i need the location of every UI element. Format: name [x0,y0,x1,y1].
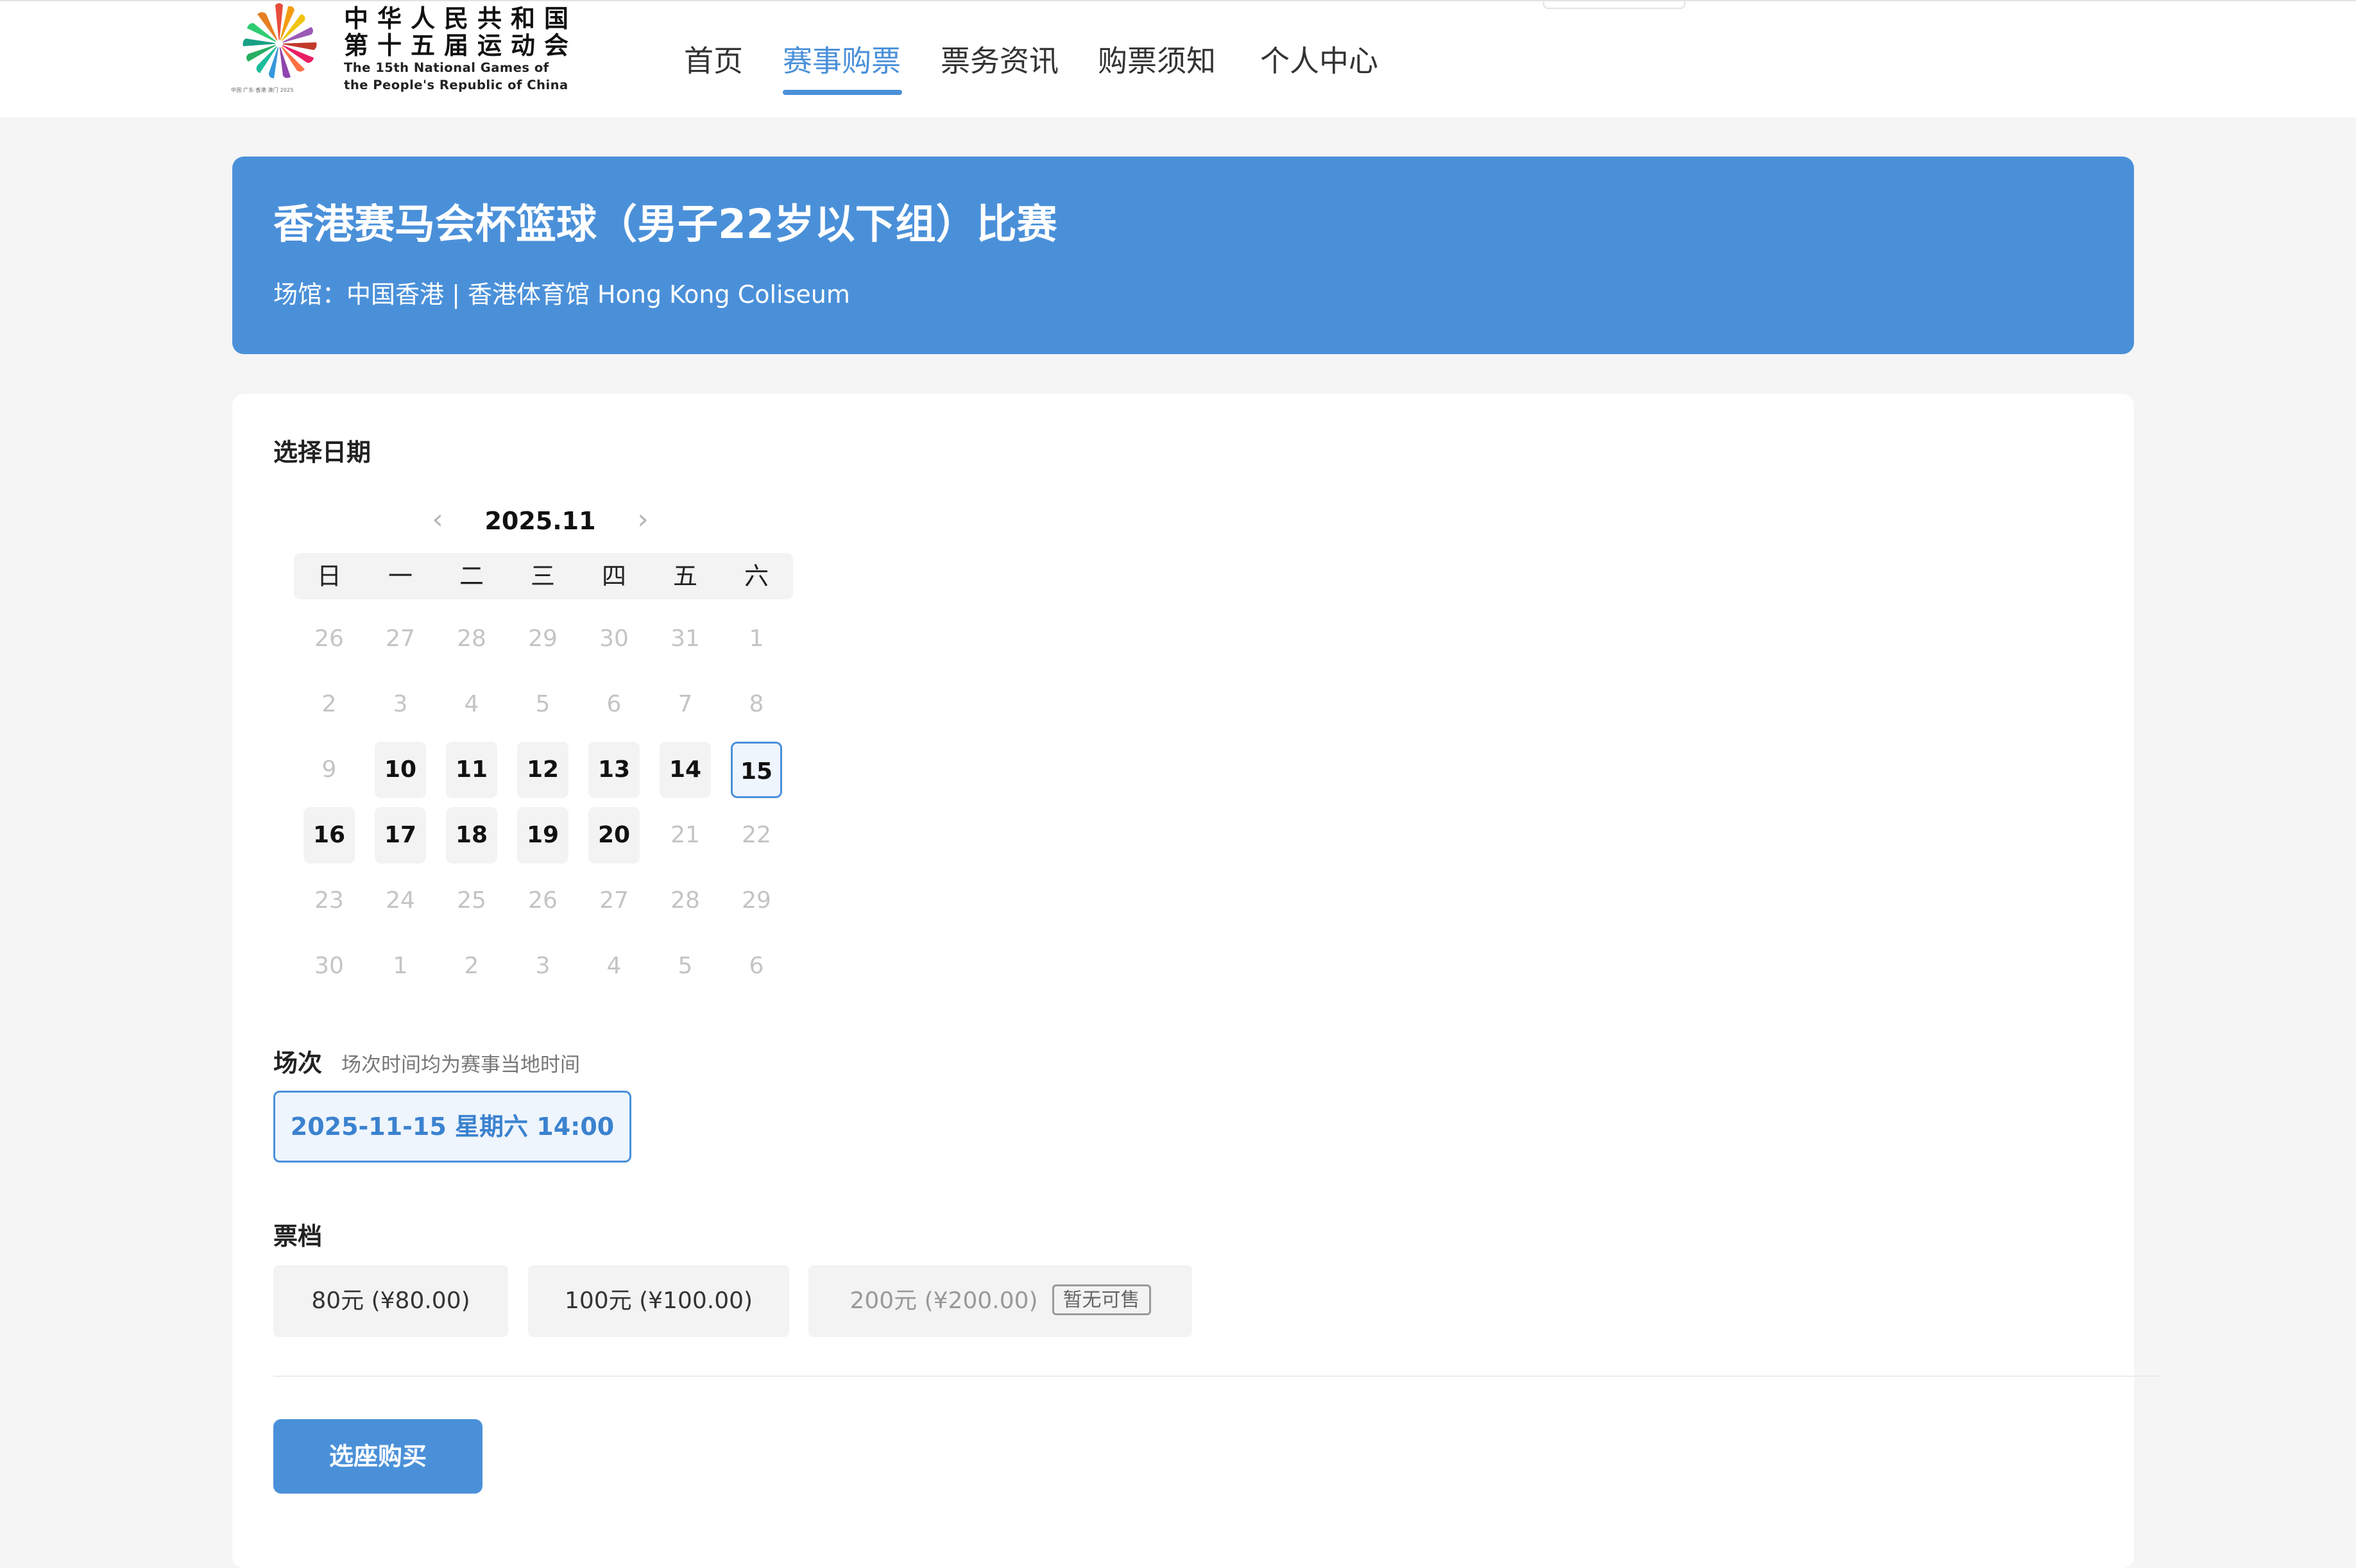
calendar-day: 8 [749,691,764,717]
calendar-day: 1 [749,626,764,652]
calendar-day[interactable]: 10 [375,742,426,798]
logo-title-en-1: The 15th National Games of [344,60,549,75]
calendar-day: 27 [599,887,629,914]
booking-card: 选择日期 ‹ 2025.11 › 日一二三四五六 26 27 28 29 30 31 1 2 3… [232,394,2161,1568]
calendar-day: 21 [670,822,700,848]
calendar-day[interactable]: 20 [588,807,640,864]
logo-title-en-2: the People's Republic of China [344,78,568,92]
calendar-day: 5 [535,691,551,717]
calendar-day: 28 [670,887,700,914]
nav-ticket-news[interactable]: 票务资讯 [941,42,1059,80]
nav-personal-center[interactable]: 个人中心 [1260,42,1378,80]
logo-caption: 中国 广东·香港·澳门 2025 [231,87,294,93]
tier-option-80[interactable]: 80元 (¥80.00) [273,1265,508,1337]
weekday-header-1: 一 [388,562,413,590]
nav-active-indicator [783,90,902,95]
calendar-day: 25 [457,887,486,914]
session-section-label: 场次 场次时间均为赛事当地时间 [273,1047,580,1081]
weekday-header-4: 四 [601,562,626,590]
calendar-day: 26 [528,887,558,914]
calendar-day: 3 [535,953,551,979]
logo-text: 中华人民共和国 第十五届运动会 The 15th National Games … [344,5,577,94]
calendar-day: 27 [386,626,415,652]
calendar-day: 6 [749,953,764,979]
nav-purchase-notice[interactable]: 购票须知 [1098,42,1216,80]
calendar-day: 2 [321,691,337,717]
calendar-day: 30 [314,953,344,979]
logo-title-cn-1: 中华人民共和国 [344,4,578,33]
nav-tickets[interactable]: 赛事购票 [783,42,901,80]
top-header: 中国 广东·香港·澳门 2025 中华人民共和国 第十五届运动会 The 15t… [0,0,2356,117]
weekday-header-0: 日 [316,562,341,590]
prev-month-icon[interactable]: ‹ [425,502,450,540]
calendar-day[interactable]: 14 [660,742,711,798]
weekday-header-6: 六 [744,562,769,590]
session-option-selected[interactable]: 2025-11-15 星期六 14:00 [273,1091,631,1163]
calendar-day[interactable]: 16 [303,807,355,864]
session-label: 场次 [273,1049,323,1077]
calendar-day[interactable]: 12 [517,742,568,798]
next-month-icon[interactable]: › [630,502,656,540]
tier-section-label: 票档 [273,1222,323,1250]
calendar-day: 31 [670,626,700,652]
weekday-header-5: 五 [672,562,697,590]
event-venue: 场馆：中国香港 | 香港体育馆 Hong Kong Coliseum [273,280,850,309]
event-banner: 香港赛马会杯篮球（男子22岁以下组）比赛 场馆：中国香港 | 香港体育馆 Hon… [232,157,2134,354]
tier-option-100[interactable]: 100元 (¥100.00) [528,1265,789,1337]
calendar-day: 24 [386,887,415,914]
calendar-day-selected[interactable]: 15 [731,742,782,798]
calendar-day[interactable]: 17 [375,807,426,864]
date-section-label: 选择日期 [273,438,371,466]
calendar-month: 2025.11 [484,507,596,535]
tier-option-200: 200元 (¥200.00) 暂无可售 [808,1265,1192,1337]
calendar-day: 29 [528,626,558,652]
calendar-day: 3 [393,691,408,717]
calendar-day: 7 [678,691,693,717]
event-title: 香港赛马会杯篮球（男子22岁以下组）比赛 [273,201,1057,248]
calendar-day: 4 [464,691,479,717]
top-pill-decoration [1543,1,1686,9]
weekday-header-2: 二 [459,562,484,590]
calendar-day[interactable]: 11 [446,742,497,798]
calendar-weekday-header: 日一二三四五六 [294,553,793,599]
calendar-day: 6 [606,691,622,717]
logo-title-cn-2: 第十五届运动会 [344,31,578,60]
session-hint: 场次时间均为赛事当地时间 [341,1053,581,1077]
calendar-day: 5 [678,953,693,979]
calendar-navigation: ‹ 2025.11 › [425,502,656,540]
calendar-day[interactable]: 13 [588,742,640,798]
select-seat-buy-button[interactable]: 选座购买 [273,1419,482,1494]
nav-home[interactable]: 首页 [684,42,743,80]
calendar-day: 22 [742,822,771,848]
calendar-day: 26 [314,626,344,652]
calendar-day: 28 [457,626,486,652]
calendar-day: 4 [606,953,622,979]
calendar-day: 9 [321,756,337,783]
calendar-day[interactable]: 19 [517,807,568,864]
calendar-day: 23 [314,887,344,914]
tier-200-label: 200元 (¥200.00) [849,1288,1038,1314]
sold-out-badge: 暂无可售 [1052,1284,1151,1315]
calendar-day: 1 [393,953,408,979]
swirl-emblem-icon [243,3,317,78]
calendar-day[interactable]: 18 [446,807,497,864]
section-divider [273,1376,2161,1377]
calendar-day: 2 [464,953,479,979]
weekday-header-3: 三 [530,562,555,590]
calendar-day: 30 [599,626,629,652]
calendar-day: 29 [742,887,771,914]
